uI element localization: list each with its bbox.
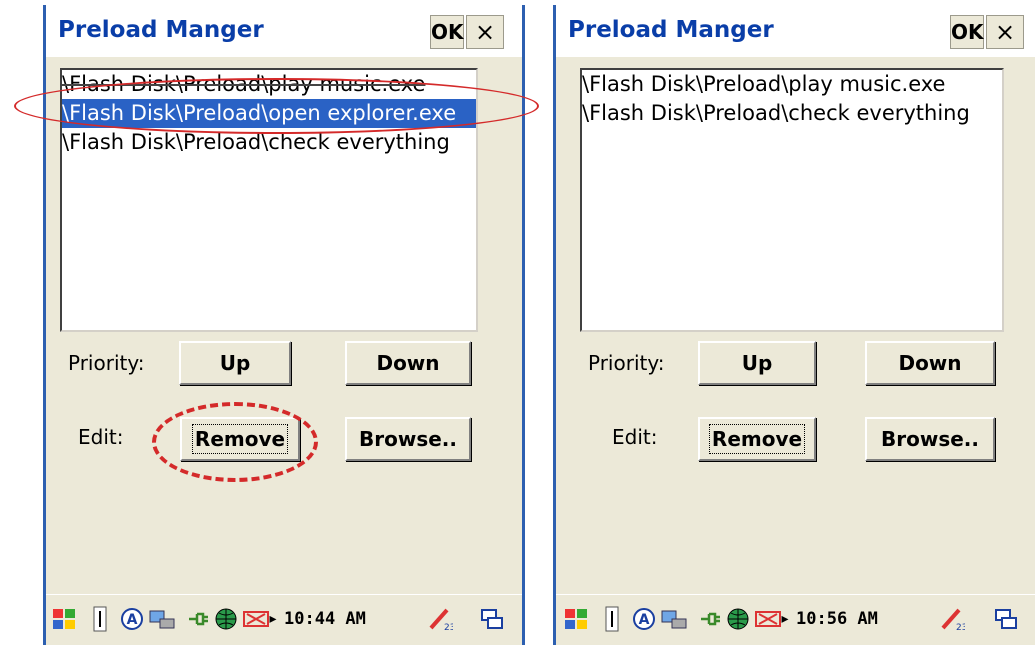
down-button[interactable]: Down: [345, 341, 471, 385]
globe-icon[interactable]: [724, 605, 752, 633]
down-button[interactable]: Down: [865, 341, 995, 385]
pen-input-icon[interactable]: 23: [426, 605, 454, 633]
windows-start-icon[interactable]: [50, 605, 78, 633]
close-button[interactable]: ×: [466, 15, 504, 49]
globe-icon[interactable]: [212, 605, 240, 633]
windows-start-icon[interactable]: [562, 605, 590, 633]
list-item-selected[interactable]: \Flash Disk\Preload\open explorer.exe: [62, 99, 476, 128]
title-bar: Preload Manger OK ×: [556, 5, 1035, 57]
priority-label: Priority:: [68, 351, 145, 375]
list-item[interactable]: \Flash Disk\Preload\play music.exe: [582, 70, 1002, 99]
a-input-icon[interactable]: A: [630, 605, 658, 633]
taskbar: A ▸ 10:44 AM 23: [46, 594, 522, 645]
edit-label: Edit:: [612, 425, 658, 449]
remove-button-label: Remove: [708, 424, 806, 454]
input-panel-icon[interactable]: [86, 605, 114, 633]
input-panel-icon[interactable]: [598, 605, 626, 633]
title-bar: Preload Manger OK ×: [46, 5, 522, 57]
switch-window-icon[interactable]: [992, 605, 1020, 633]
svg-text:23: 23: [444, 623, 453, 632]
svg-text:A: A: [127, 612, 138, 628]
clock[interactable]: 10:44 AM: [284, 609, 366, 629]
preload-manager-window-after: Preload Manger OK × \Flash Disk\Preload\…: [553, 5, 1035, 645]
svg-text:A: A: [639, 612, 650, 628]
list-item[interactable]: \Flash Disk\Preload\play music.exe: [62, 70, 476, 99]
clock[interactable]: 10:56 AM: [796, 609, 878, 629]
arrow-icon[interactable]: ▸: [266, 605, 280, 633]
remove-button-label: Remove: [191, 424, 289, 454]
taskbar: A ▸ 10:56 AM 23: [556, 594, 1035, 645]
preload-manager-window-before: Preload Manger OK × \Flash Disk\Preload\…: [43, 5, 525, 645]
preload-list[interactable]: \Flash Disk\Preload\play music.exe \Flas…: [580, 68, 1004, 332]
remove-button[interactable]: Remove: [698, 417, 816, 461]
window-title: Preload Manger: [568, 17, 774, 43]
window-title: Preload Manger: [58, 17, 264, 43]
browse-button[interactable]: Browse..: [345, 417, 471, 461]
a-input-icon[interactable]: A: [118, 605, 146, 633]
remove-button[interactable]: Remove: [180, 417, 300, 461]
edit-label: Edit:: [78, 425, 124, 449]
power-plug-icon[interactable]: [184, 605, 212, 633]
ok-button[interactable]: OK: [430, 15, 464, 49]
browse-button[interactable]: Browse..: [865, 417, 995, 461]
browse-button-label: Browse..: [881, 427, 979, 451]
priority-label: Priority:: [588, 351, 665, 375]
down-button-label: Down: [898, 351, 962, 375]
list-item[interactable]: \Flash Disk\Preload\check everything: [62, 128, 476, 157]
arrow-icon[interactable]: ▸: [778, 605, 792, 633]
list-item[interactable]: \Flash Disk\Preload\check everything: [582, 99, 1002, 128]
preload-list[interactable]: \Flash Disk\Preload\play music.exe \Flas…: [60, 68, 478, 332]
svg-text:23: 23: [956, 623, 965, 632]
up-button-label: Up: [741, 351, 773, 375]
network-icon[interactable]: [660, 605, 688, 633]
ok-button[interactable]: OK: [950, 15, 984, 49]
up-button-label: Up: [219, 351, 251, 375]
down-button-label: Down: [376, 351, 440, 375]
power-plug-icon[interactable]: [696, 605, 724, 633]
up-button[interactable]: Up: [179, 341, 291, 385]
switch-window-icon[interactable]: [478, 605, 506, 633]
pen-input-icon[interactable]: 23: [938, 605, 966, 633]
browse-button-label: Browse..: [359, 427, 457, 451]
close-button[interactable]: ×: [986, 15, 1024, 49]
network-icon[interactable]: [148, 605, 176, 633]
up-button[interactable]: Up: [698, 341, 816, 385]
